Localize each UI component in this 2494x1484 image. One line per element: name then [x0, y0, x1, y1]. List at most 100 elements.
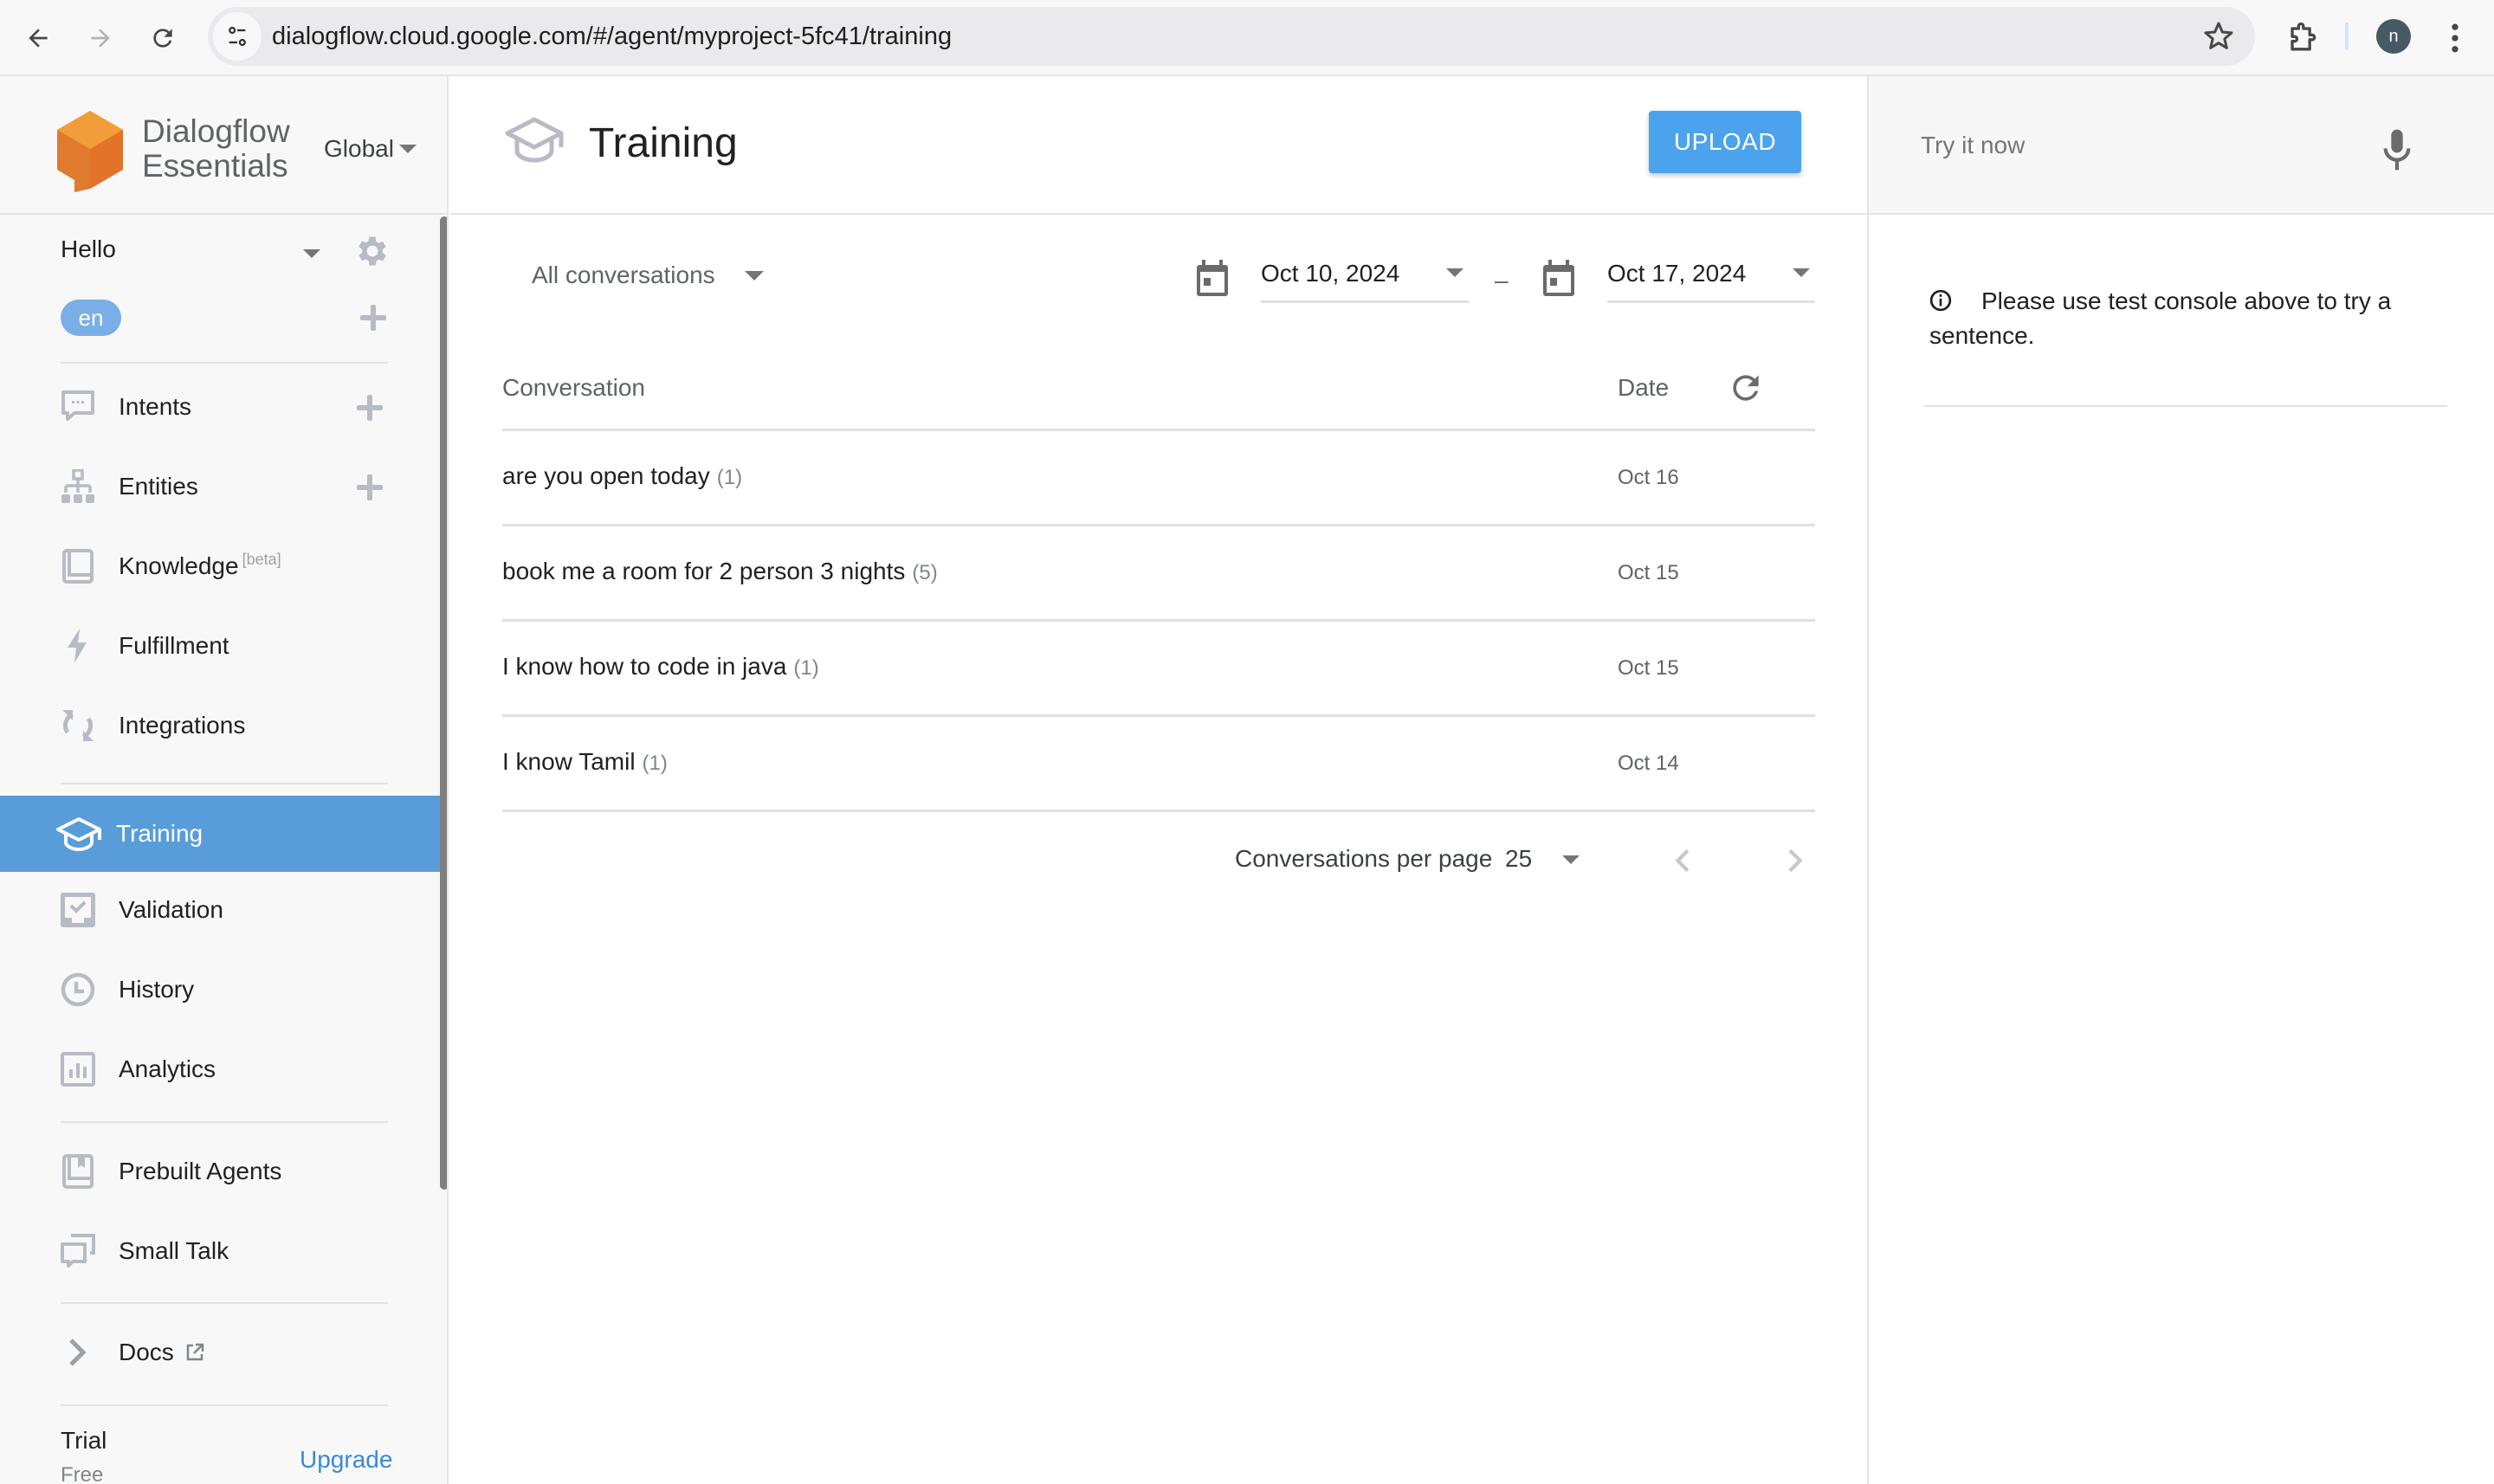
sidebar-item-history[interactable]: History: [0, 952, 440, 1028]
column-header-conversation: Conversation: [502, 374, 645, 401]
sidebar-item-label: Integrations: [119, 712, 246, 739]
reload-icon: [153, 29, 172, 48]
sidebar-item-integrations[interactable]: Integrations: [0, 687, 440, 764]
more-menu-icon: [2452, 23, 2458, 53]
agent-selector[interactable]: Hello: [61, 230, 390, 274]
try-it-bar: [1869, 76, 2494, 215]
sidebar-item-label: Docs: [119, 1314, 205, 1390]
sidebar-scrollbar[interactable]: [440, 216, 447, 1190]
conversation-query: I know how to code in java: [502, 653, 787, 680]
info-icon: [1929, 289, 1952, 312]
conversations-table: Conversation Date are you open today (1) …: [502, 353, 1815, 899]
sidebar-item-entities[interactable]: Entities: [0, 448, 440, 525]
sidebar-item-label: History: [119, 976, 195, 1003]
sidebar-item-label: Analytics: [119, 1055, 216, 1082]
add-entity-button[interactable]: [357, 474, 383, 500]
bookmark-star-icon: [2204, 22, 2233, 49]
next-page-icon[interactable]: [1777, 842, 1812, 880]
back-button[interactable]: [19, 19, 57, 57]
sidebar-item-docs[interactable]: Docs: [0, 1314, 440, 1390]
column-header-date[interactable]: Date: [1618, 374, 1669, 402]
table-row[interactable]: I know how to code in java (1) Oct 15: [502, 622, 1815, 717]
forward-icon: [91, 29, 110, 48]
back-icon: [29, 29, 48, 48]
more-menu-button[interactable]: [2442, 19, 2468, 57]
sidebar-item-label: Validation: [119, 896, 223, 923]
conversation-query: I know Tamil: [502, 748, 636, 775]
sidebar-item-knowledge[interactable]: Knowledge [beta]: [0, 528, 440, 604]
conversation-query: book me a room for 2 person 3 nights: [502, 558, 906, 584]
conversation-count: (1): [642, 752, 668, 775]
knowledge-label: Knowledge: [119, 552, 239, 579]
site-info-button[interactable]: [213, 12, 262, 61]
graduation-cap-icon: [56, 817, 101, 851]
conversation-count: (5): [912, 561, 938, 584]
conversation-query: are you open today: [502, 462, 710, 489]
dialogflow-logo: [57, 111, 123, 192]
chevron-right-icon: [69, 1339, 87, 1366]
conversation-count: (1): [793, 656, 819, 680]
sidebar-item-small-talk[interactable]: Small Talk: [0, 1213, 440, 1289]
profile-avatar[interactable]: n: [2376, 19, 2411, 54]
language-chip[interactable]: en: [61, 300, 121, 336]
console-divider: [1924, 405, 2447, 407]
page-header: Training UPLOAD: [450, 76, 1867, 215]
url-text[interactable]: dialogflow.cloud.google.com/#/agent/mypr…: [272, 7, 952, 66]
sidebar-divider: [61, 783, 388, 784]
try-it-input[interactable]: [1921, 119, 2371, 171]
address-bar[interactable]: dialogflow.cloud.google.com/#/agent/mypr…: [208, 7, 2255, 66]
microphone-icon[interactable]: [2380, 128, 2414, 171]
conversation-text: I know Tamil (1): [502, 748, 668, 776]
sidebar-divider: [61, 1302, 388, 1304]
extensions-icon: [2290, 22, 2316, 51]
upgrade-link[interactable]: Upgrade: [300, 1446, 392, 1474]
sidebar-item-analytics[interactable]: Analytics: [0, 1031, 440, 1107]
sidebar-item-training[interactable]: Training: [0, 796, 440, 872]
chevron-down-icon: [1446, 268, 1463, 277]
chat-bubble-icon: [61, 390, 94, 421]
table-row[interactable]: are you open today (1) Oct 16: [502, 431, 1815, 526]
sidebar-item-label: Intents: [119, 393, 192, 420]
sidebar-divider: [61, 1404, 388, 1406]
chevron-down-icon: [744, 270, 764, 281]
site-info-icon: [229, 26, 246, 47]
reload-button[interactable]: [144, 19, 182, 57]
chevron-down-icon: [398, 145, 417, 153]
sidebar-item-validation[interactable]: Validation: [0, 872, 440, 948]
gear-icon[interactable]: [353, 232, 391, 270]
sidebar-header: Dialogflow Essentials Global: [0, 76, 447, 215]
add-language-button[interactable]: [360, 305, 386, 331]
sync-icon: [62, 710, 94, 741]
add-intent-button[interactable]: [357, 395, 383, 421]
extensions-button[interactable]: [2283, 19, 2321, 57]
conversation-count: (1): [716, 466, 743, 489]
sidebar-item-prebuilt-agents[interactable]: Prebuilt Agents: [0, 1133, 440, 1210]
region-selector[interactable]: Global: [324, 135, 417, 163]
table-row[interactable]: I know Tamil (1) Oct 14: [502, 717, 1815, 812]
sidebar-item-intents[interactable]: Intents: [0, 369, 440, 445]
per-page-select[interactable]: 25: [1505, 845, 1532, 873]
chevron-down-icon[interactable]: [1562, 855, 1580, 864]
plan-sub: Free: [61, 1463, 104, 1484]
conversation-date: Oct 15: [1618, 561, 1679, 584]
brand-line2: Essentials: [142, 148, 288, 184]
table-header: Conversation Date: [502, 284, 1815, 431]
sidebar-item-label: Small Talk: [119, 1237, 229, 1264]
previous-page-icon[interactable]: [1666, 842, 1701, 880]
graduation-cap-icon: [505, 117, 564, 163]
table-row[interactable]: book me a room for 2 person 3 nights (5) …: [502, 526, 1815, 622]
forward-button[interactable]: [81, 19, 120, 57]
chevron-down-icon: [1793, 268, 1810, 277]
conversation-date: Oct 15: [1618, 656, 1679, 680]
plan-label: Trial: [61, 1427, 107, 1454]
upload-button[interactable]: UPLOAD: [1649, 111, 1801, 173]
sidebar-item-fulfillment[interactable]: Fulfillment: [0, 608, 440, 684]
bookmark-button[interactable]: [2201, 19, 2236, 54]
chevron-down-icon[interactable]: [303, 249, 320, 258]
refresh-icon[interactable]: [1727, 369, 1765, 407]
sidebar-item-label: Prebuilt Agents: [119, 1158, 282, 1184]
conversation-date: Oct 14: [1618, 752, 1679, 775]
region-label: Global: [324, 135, 394, 162]
browser-toolbar: dialogflow.cloud.google.com/#/agent/mypr…: [0, 0, 2494, 76]
main-content: Training UPLOAD All conversations Oct 10…: [450, 76, 1867, 1484]
